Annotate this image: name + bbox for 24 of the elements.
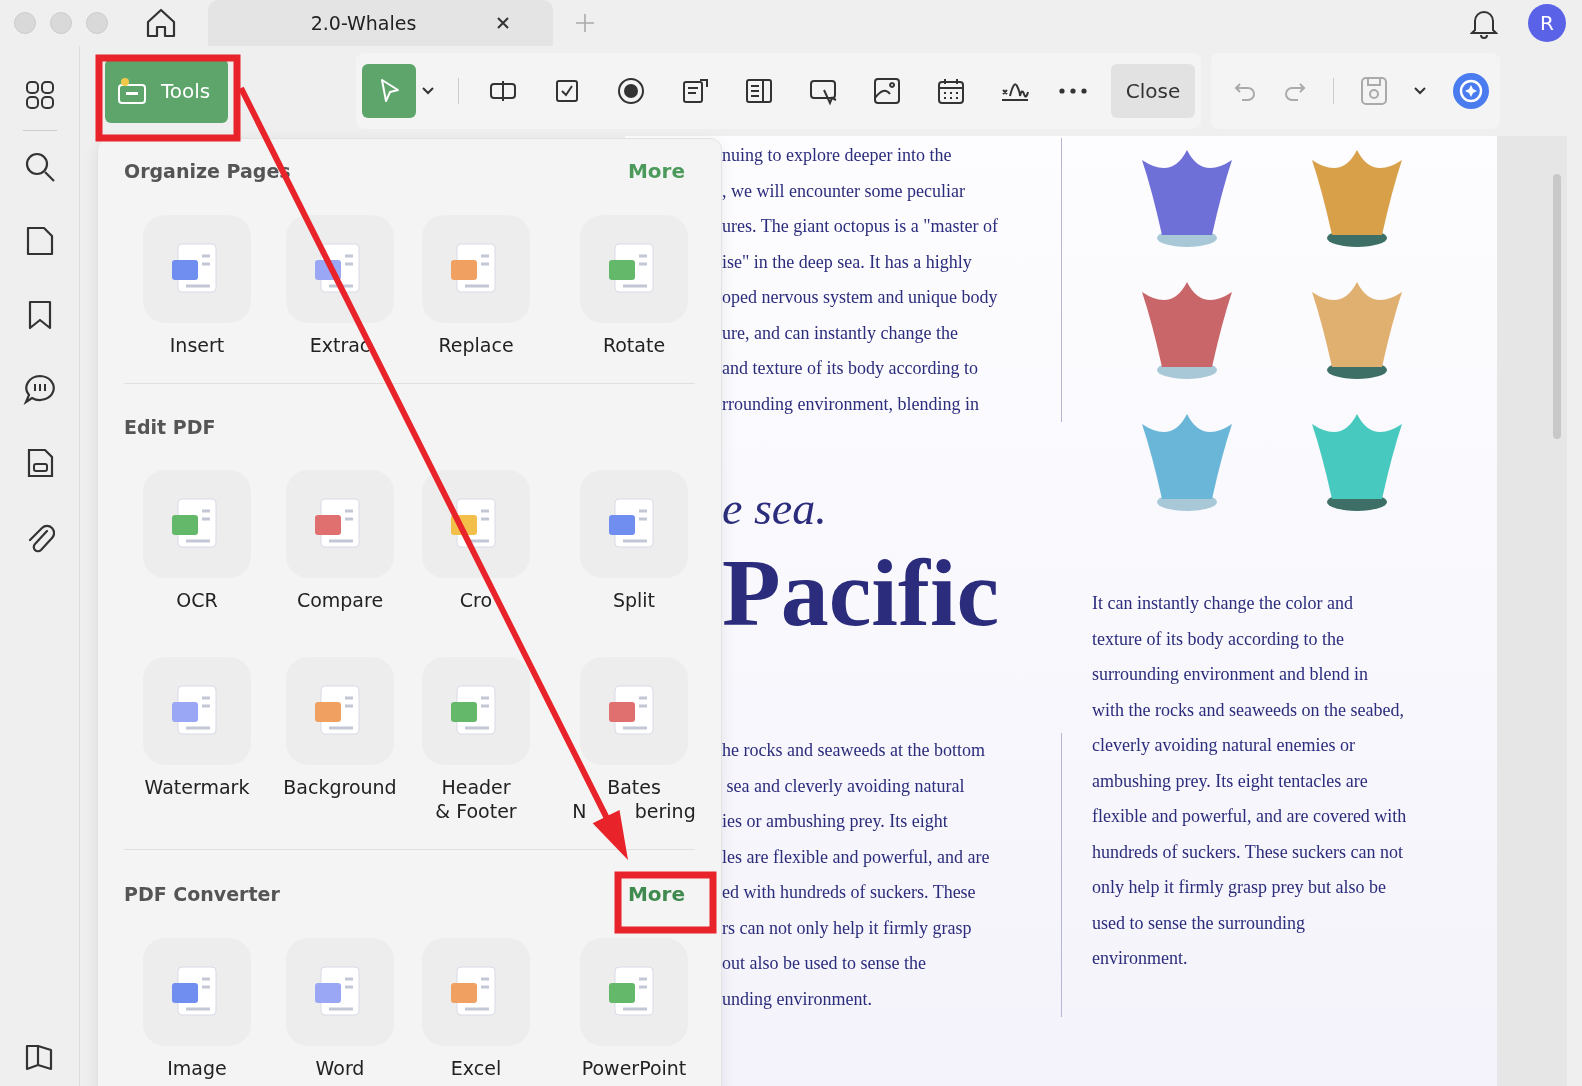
ai-assistant-icon[interactable]: [1452, 72, 1490, 110]
section-title: Edit PDF: [124, 416, 216, 438]
heading-title: Pacific: [722, 543, 1001, 643]
more-icon[interactable]: [1059, 88, 1087, 94]
document-tab[interactable]: 2.0-Whales: [208, 0, 553, 46]
caret-icon[interactable]: [422, 87, 434, 95]
select-pointer-icon[interactable]: [362, 64, 416, 118]
close-icon[interactable]: [496, 16, 511, 30]
thumbnails-grid-icon[interactable]: [24, 80, 55, 110]
section-title: PDF Converter: [124, 883, 280, 905]
bookmark-icon[interactable]: [26, 299, 53, 331]
caret-icon[interactable]: [1414, 87, 1426, 95]
more-link[interactable]: More: [627, 882, 685, 906]
close-button[interactable]: Close: [1111, 64, 1195, 118]
user-avatar[interactable]: R: [1528, 4, 1566, 42]
home-icon[interactable]: [144, 6, 178, 40]
page-icon[interactable]: [24, 225, 55, 257]
scrollbar-thumb[interactable]: [1553, 174, 1561, 439]
heading-text: e sea.: [722, 482, 828, 535]
body-paragraph: It can instantly change the color and texture of its body according to the surrounding environment and blend in with the rocks and seaweeds on the seabed, cleverly avoiding natural enemies or ambushing prey. Its eight tentacles are flexible and powerful, and are covered with hundreds of suckers. These suckers can not only help it firmly grasp prey but also be used to sense the surrounding environment.: [1092, 592, 1408, 970]
tool-item[interactable]: Watermark: [124, 657, 270, 823]
comment-icon[interactable]: [22, 373, 57, 405]
toolbox-icon: [117, 77, 147, 105]
search-icon[interactable]: [23, 151, 56, 183]
